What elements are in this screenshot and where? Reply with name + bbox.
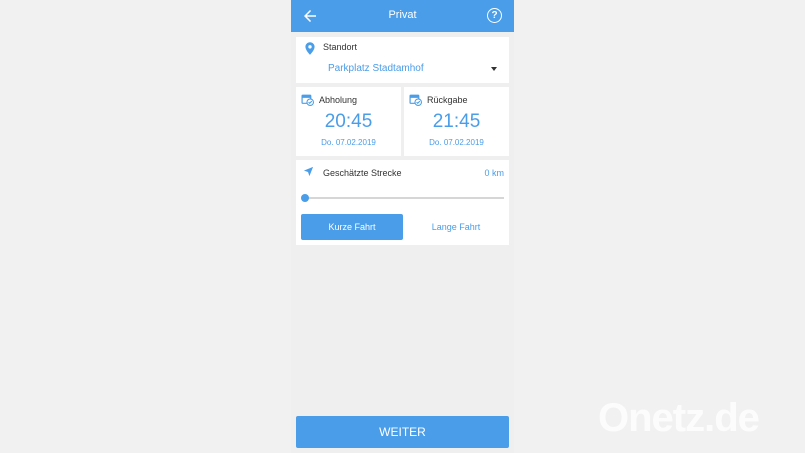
calendar-check-icon xyxy=(301,94,314,106)
phone-screen: Privat ? Standort Parkplatz Stadtamhof A… xyxy=(291,0,514,453)
return-label: Rückgabe xyxy=(427,95,468,105)
location-label: Standort xyxy=(323,42,358,52)
app-bar: Privat ? xyxy=(291,0,514,32)
watermark-logo: Onetz.de xyxy=(598,396,760,440)
return-date[interactable]: Do. 07.02.2019 xyxy=(404,138,509,147)
chevron-down-icon[interactable] xyxy=(491,67,497,71)
pickup-time[interactable]: 20:45 xyxy=(296,111,401,133)
long-trip-button[interactable]: Lange Fahrt xyxy=(408,214,504,240)
short-trip-button[interactable]: Kurze Fahrt xyxy=(301,214,403,240)
distance-slider-thumb[interactable] xyxy=(301,194,309,202)
pickup-label: Abholung xyxy=(319,95,358,105)
location-select[interactable]: Parkplatz Stadtamhof xyxy=(328,63,424,74)
help-icon[interactable]: ? xyxy=(487,8,502,23)
distance-card: Geschätzte Strecke 0 km Kurze Fahrt Lang… xyxy=(296,160,509,245)
pickup-card[interactable]: Abholung 20:45 Do. 07.02.2019 xyxy=(296,87,401,156)
pickup-date[interactable]: Do. 07.02.2019 xyxy=(296,138,401,147)
distance-value: 0 km xyxy=(484,168,504,178)
screen: Privat ? Standort Parkplatz Stadtamhof A… xyxy=(0,0,805,453)
distance-label: Geschätzte Strecke xyxy=(323,168,402,178)
next-button[interactable]: WEITER xyxy=(296,416,509,448)
return-card[interactable]: Rückgabe 21:45 Do. 07.02.2019 xyxy=(404,87,509,156)
distance-slider-track[interactable] xyxy=(305,197,504,199)
navigation-arrow-icon xyxy=(303,166,314,177)
page-title: Privat xyxy=(388,9,417,21)
calendar-check-icon xyxy=(409,94,422,106)
location-card[interactable]: Standort Parkplatz Stadtamhof xyxy=(296,37,509,83)
return-time[interactable]: 21:45 xyxy=(404,111,509,133)
location-pin-icon xyxy=(305,42,315,55)
